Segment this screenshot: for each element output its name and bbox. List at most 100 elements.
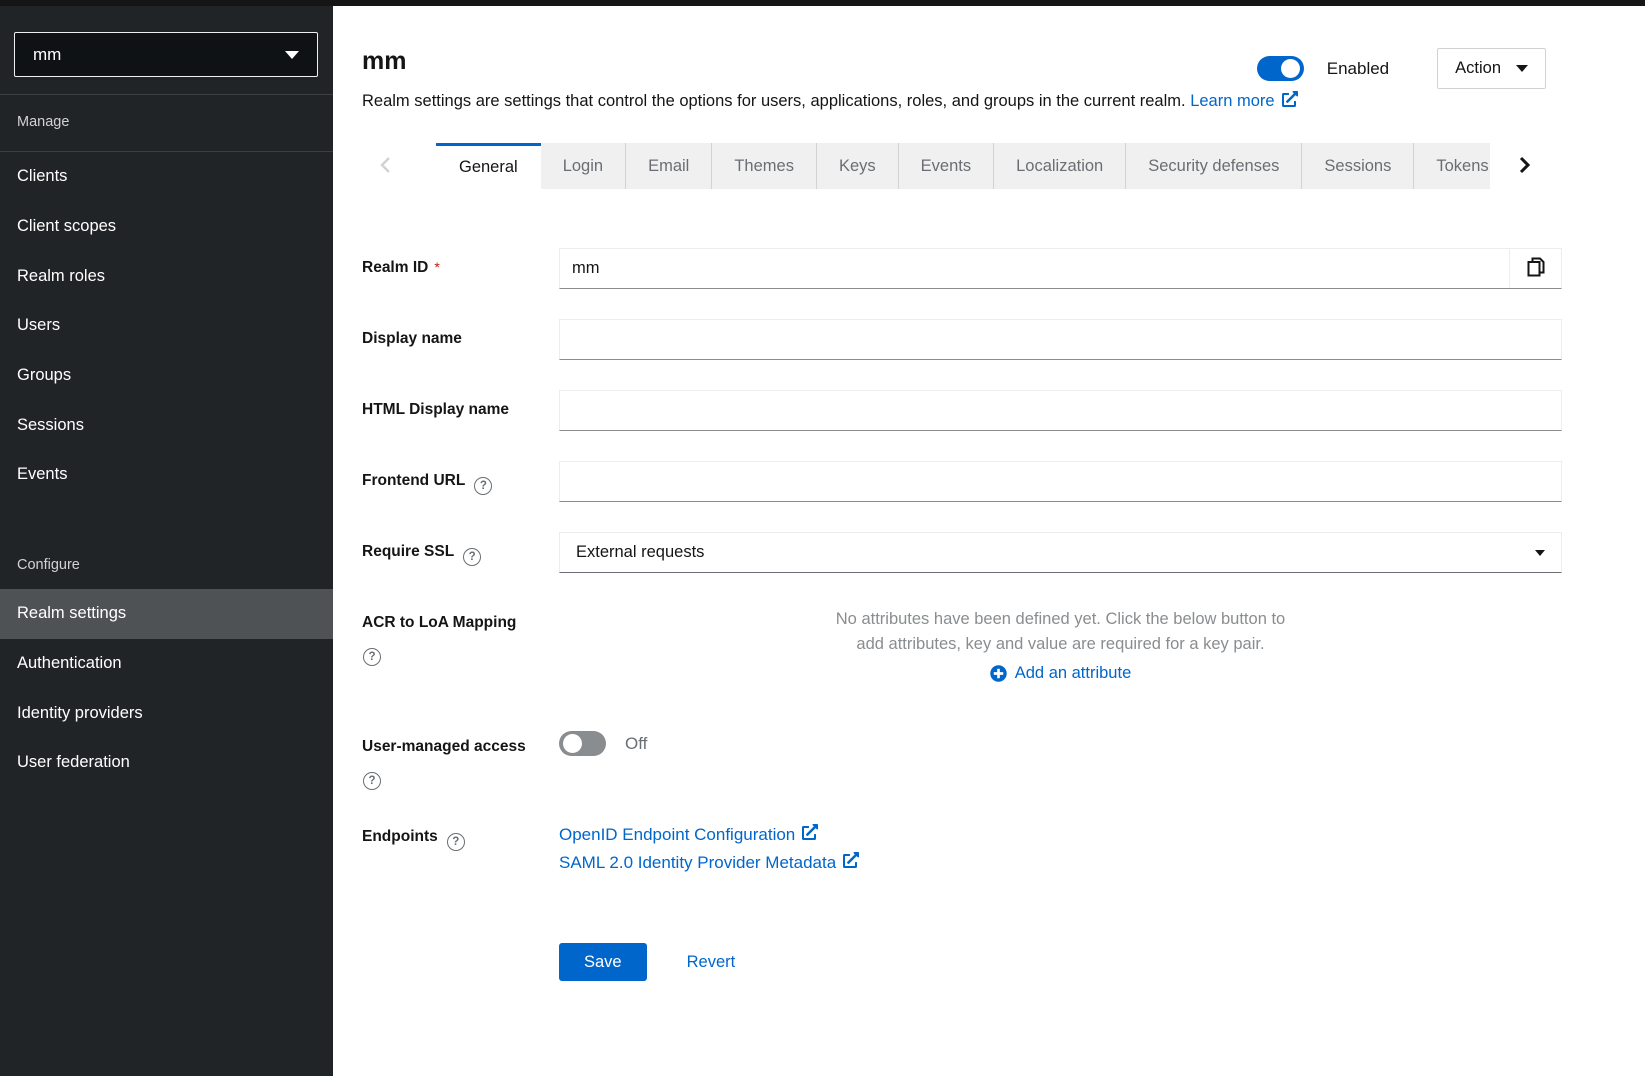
- html-display-name-label: HTML Display name: [362, 401, 509, 418]
- sidebar-item-user-federation[interactable]: User federation: [0, 738, 333, 788]
- caret-down-icon: [285, 51, 299, 59]
- sidebar-item-clients[interactable]: Clients: [0, 152, 333, 202]
- general-settings-form: Realm ID* Display name: [333, 189, 1645, 981]
- tab-sessions[interactable]: Sessions: [1301, 143, 1413, 189]
- copy-icon: [1527, 257, 1545, 280]
- tabs-strip: GeneralLoginEmailThemesKeysEventsLocaliz…: [436, 143, 1490, 189]
- realm-id-field-col: [559, 248, 1562, 289]
- external-link-icon: [802, 824, 818, 845]
- tab-scroll-right-button[interactable]: [1490, 143, 1560, 189]
- require-ssl-field-col: External requests: [559, 532, 1562, 573]
- header-controls: Enabled Action: [1257, 48, 1546, 89]
- save-button[interactable]: Save: [559, 943, 647, 981]
- endpoints-row: Endpoints? OpenID Endpoint Configuration…: [362, 822, 1562, 873]
- require-ssl-select[interactable]: External requests: [559, 532, 1562, 573]
- frontend-url-input[interactable]: [559, 461, 1562, 502]
- user-managed-access-row: User-managed access ? Off: [362, 727, 1562, 790]
- endpoint-link-openid-endpoint-configuration[interactable]: OpenID Endpoint Configuration: [559, 824, 1562, 845]
- realm-enabled-toggle[interactable]: [1257, 56, 1304, 81]
- realm-id-input-group: [559, 248, 1562, 289]
- page-description-row: Realm settings are settings that control…: [362, 90, 1546, 113]
- realm-id-label-col: Realm ID*: [362, 248, 559, 289]
- uma-label-col: User-managed access ?: [362, 727, 559, 790]
- tab-themes[interactable]: Themes: [711, 143, 816, 189]
- main-content: mm Realm settings are settings that cont…: [333, 0, 1645, 1076]
- realm-selector-dropdown[interactable]: mm: [14, 32, 318, 77]
- sidebar-item-identity-providers[interactable]: Identity providers: [0, 688, 333, 738]
- tab-general[interactable]: General: [436, 143, 541, 189]
- sidebar-item-authentication[interactable]: Authentication: [0, 639, 333, 689]
- page-description: Realm settings are settings that control…: [362, 92, 1186, 110]
- frontend-url-label-col: Frontend URL?: [362, 461, 559, 502]
- caret-down-icon: [1535, 550, 1545, 556]
- display-name-field-col: [559, 319, 1562, 360]
- configure-nav-list: Realm settingsAuthenticationIdentity pro…: [0, 589, 333, 788]
- tab-login[interactable]: Login: [541, 143, 625, 189]
- revert-button[interactable]: Revert: [687, 953, 736, 972]
- tab-keys[interactable]: Keys: [816, 143, 898, 189]
- tab-scroll-left-button[interactable]: [333, 143, 436, 189]
- help-icon[interactable]: ?: [447, 833, 465, 851]
- endpoint-link-label: SAML 2.0 Identity Provider Metadata: [559, 853, 836, 873]
- realm-id-input[interactable]: [560, 249, 1509, 288]
- display-name-row: Display name: [362, 319, 1562, 360]
- add-attribute-label: Add an attribute: [1015, 664, 1132, 683]
- acr-to-loa-label: ACR to LoA Mapping: [362, 614, 516, 631]
- display-name-label: Display name: [362, 330, 462, 347]
- uma-toggle-field: Off: [559, 727, 1562, 756]
- external-link-icon: [843, 852, 859, 873]
- acr-to-loa-field-col: No attributes have been defined yet. Cli…: [559, 603, 1562, 683]
- user-managed-access-label: User-managed access: [362, 738, 526, 755]
- user-managed-access-toggle[interactable]: [559, 731, 606, 756]
- require-ssl-selected-value: External requests: [576, 543, 704, 562]
- tab-security-defenses[interactable]: Security defenses: [1125, 143, 1301, 189]
- uma-field-col: Off: [559, 727, 1562, 790]
- sidebar-item-realm-roles[interactable]: Realm roles: [0, 251, 333, 301]
- copy-button[interactable]: [1509, 249, 1561, 288]
- frontend-url-row: Frontend URL?: [362, 461, 1562, 502]
- realm-settings-page: mm Manage ClientsClient scopesRealm role…: [0, 0, 1645, 1076]
- display-name-input[interactable]: [559, 319, 1562, 360]
- chevron-right-icon: [1518, 155, 1532, 178]
- endpoints-label-col: Endpoints?: [362, 822, 559, 873]
- tab-localization[interactable]: Localization: [993, 143, 1125, 189]
- sidebar-item-groups[interactable]: Groups: [0, 351, 333, 401]
- html-display-name-field-col: [559, 390, 1562, 431]
- sidebar-item-client-scopes[interactable]: Client scopes: [0, 202, 333, 252]
- sidebar-item-events[interactable]: Events: [0, 450, 333, 500]
- require-ssl-row: Require SSL? External requests: [362, 532, 1562, 573]
- frontend-url-label: Frontend URL: [362, 472, 465, 489]
- help-icon[interactable]: ?: [463, 548, 481, 566]
- external-link-icon: [1282, 91, 1298, 113]
- realm-id-row: Realm ID*: [362, 248, 1562, 289]
- help-icon[interactable]: ?: [363, 772, 381, 790]
- tab-email[interactable]: Email: [625, 143, 711, 189]
- html-display-name-label-col: HTML Display name: [362, 390, 559, 431]
- tabs-clip: GeneralLoginEmailThemesKeysEventsLocaliz…: [333, 143, 1490, 189]
- html-display-name-input[interactable]: [559, 390, 1562, 431]
- current-realm-name: mm: [33, 45, 61, 65]
- sidebar: mm Manage ClientsClient scopesRealm role…: [0, 0, 333, 1076]
- help-icon[interactable]: ?: [474, 477, 492, 495]
- add-attribute-link[interactable]: Add an attribute: [826, 664, 1296, 683]
- sidebar-item-sessions[interactable]: Sessions: [0, 400, 333, 450]
- nav-section-configure: Configure: [0, 500, 333, 589]
- sidebar-item-realm-settings[interactable]: Realm settings: [0, 589, 333, 639]
- endpoint-link-saml-2-0-identity-provider-metadata[interactable]: SAML 2.0 Identity Provider Metadata: [559, 852, 1562, 873]
- uma-toggle-state: Off: [625, 734, 647, 754]
- required-indicator: *: [434, 259, 439, 275]
- html-display-name-row: HTML Display name: [362, 390, 1562, 431]
- page-header: mm Realm settings are settings that cont…: [333, 6, 1645, 113]
- masthead-edge: [0, 0, 1645, 6]
- display-name-label-col: Display name: [362, 319, 559, 360]
- learn-more-link[interactable]: Learn more: [1190, 92, 1297, 110]
- help-icon[interactable]: ?: [363, 648, 381, 666]
- tabs-bar: GeneralLoginEmailThemesKeysEventsLocaliz…: [333, 143, 1645, 189]
- action-dropdown-button[interactable]: Action: [1437, 48, 1546, 89]
- sidebar-item-users[interactable]: Users: [0, 301, 333, 351]
- tab-events[interactable]: Events: [898, 143, 993, 189]
- tab-tokens[interactable]: Tokens: [1413, 143, 1490, 189]
- endpoint-link-label: OpenID Endpoint Configuration: [559, 825, 795, 845]
- endpoint-links: OpenID Endpoint Configuration SAML 2.0 Id…: [559, 822, 1562, 873]
- toggle-knob: [1281, 59, 1300, 78]
